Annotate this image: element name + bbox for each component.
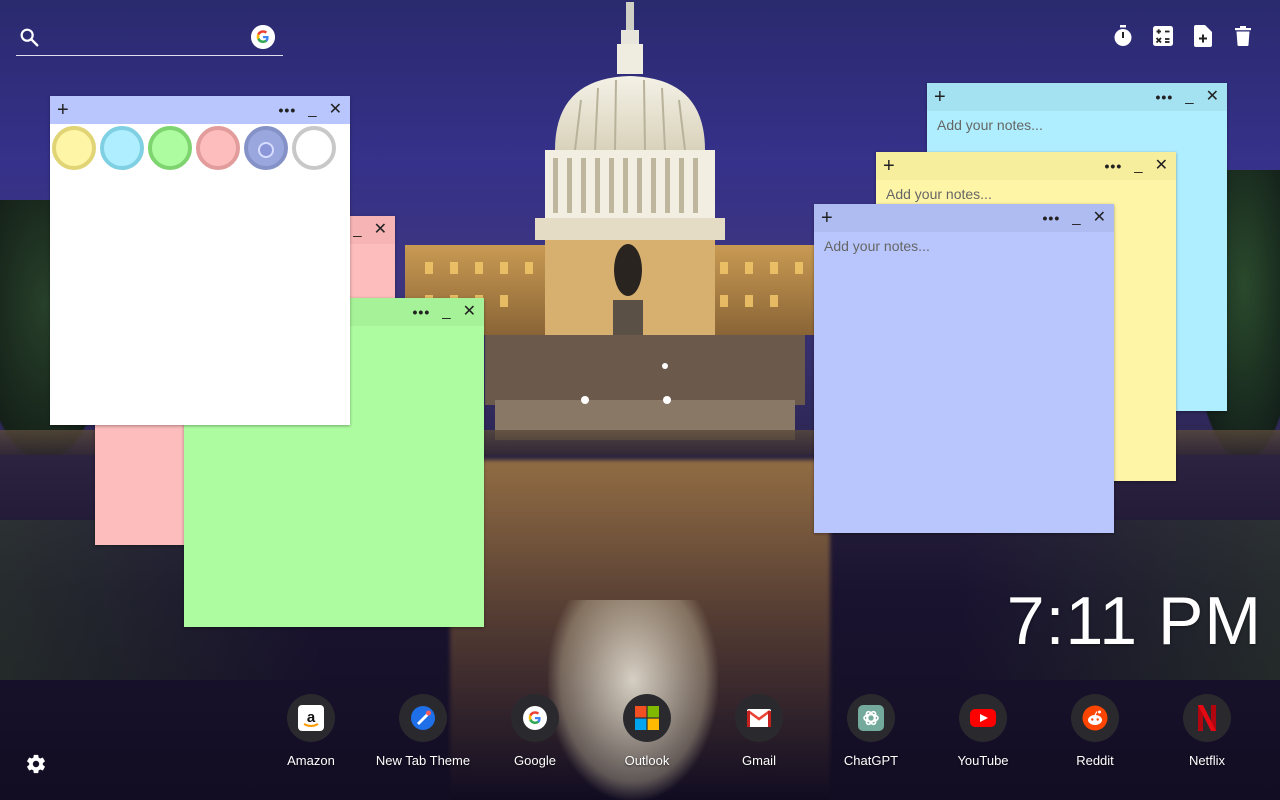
shortcut-label: ChatGPT xyxy=(843,753,899,768)
chatgpt-icon xyxy=(847,694,895,742)
timer-icon[interactable] xyxy=(1112,24,1134,48)
trash-icon[interactable] xyxy=(1232,24,1254,48)
note-menu-button[interactable]: ••• xyxy=(413,302,431,322)
shortcut-label: Reddit xyxy=(1076,753,1114,768)
note-menu-button[interactable]: ••• xyxy=(1043,208,1061,228)
color-swatch-cyan[interactable] xyxy=(100,126,144,170)
top-toolbar xyxy=(1112,24,1254,48)
newtab-theme-icon xyxy=(399,694,447,742)
shortcut-netflix[interactable]: Netflix xyxy=(1151,694,1263,768)
shortcut-google[interactable]: Google xyxy=(479,694,591,768)
settings-gear-icon[interactable] xyxy=(25,753,47,775)
search-input[interactable] xyxy=(50,24,254,52)
note-titlebar[interactable]: + ••• _ ✕ xyxy=(927,83,1227,111)
shortcut-label: Google xyxy=(514,753,556,768)
minimize-note-button[interactable]: _ xyxy=(308,100,316,120)
clock-display: 7:11 PM xyxy=(1006,583,1262,659)
selected-indicator xyxy=(258,142,274,158)
add-note-button[interactable]: + xyxy=(821,206,833,230)
color-swatch-blue[interactable] xyxy=(244,126,288,170)
reddit-icon xyxy=(1071,694,1119,742)
shortcut-label: Netflix xyxy=(1188,753,1226,768)
note-menu-button[interactable]: ••• xyxy=(1156,87,1174,107)
close-note-button[interactable]: ✕ xyxy=(1206,87,1219,107)
minimize-note-button[interactable]: _ xyxy=(1134,156,1142,176)
note-titlebar[interactable]: + ••• _ ✕ xyxy=(50,96,350,124)
shortcut-label: Outlook xyxy=(624,753,670,768)
shortcut-chatgpt[interactable]: ChatGPT xyxy=(815,694,927,768)
shortcut-dock: a Amazon New Tab Theme Google Outlook Gm… xyxy=(255,694,1265,774)
shortcut-reddit[interactable]: Reddit xyxy=(1039,694,1151,768)
minimize-note-button[interactable]: _ xyxy=(1185,87,1193,107)
search-icon[interactable] xyxy=(18,26,40,48)
close-note-button[interactable]: ✕ xyxy=(1155,156,1168,176)
sticky-note-blue[interactable]: + ••• _ ✕ xyxy=(814,204,1114,533)
add-note-button[interactable]: + xyxy=(883,154,895,178)
google-search-engine-icon[interactable] xyxy=(251,25,275,49)
gmail-icon xyxy=(735,694,783,742)
shortcut-label: New Tab Theme xyxy=(375,753,471,768)
note-textarea[interactable] xyxy=(814,232,1114,532)
add-note-button[interactable]: + xyxy=(934,85,946,109)
minimize-note-button[interactable]: _ xyxy=(442,302,450,322)
add-note-button[interactable]: + xyxy=(57,98,69,122)
svg-text:a: a xyxy=(307,709,316,726)
shortcut-gmail[interactable]: Gmail xyxy=(703,694,815,768)
color-swatch-yellow[interactable] xyxy=(52,126,96,170)
shortcut-label: Amazon xyxy=(287,753,335,768)
google-icon xyxy=(511,694,559,742)
close-note-button[interactable]: ✕ xyxy=(463,302,476,322)
shortcut-youtube[interactable]: YouTube xyxy=(927,694,1039,768)
color-swatch-white[interactable] xyxy=(292,126,336,170)
minimize-note-button[interactable]: _ xyxy=(1072,208,1080,228)
color-swatch-pink[interactable] xyxy=(196,126,240,170)
note-menu-button[interactable]: ••• xyxy=(1105,156,1123,176)
search-bar xyxy=(16,20,283,56)
netflix-icon xyxy=(1183,694,1231,742)
close-note-button[interactable]: ✕ xyxy=(1093,208,1106,228)
shortcut-label: Gmail xyxy=(742,753,776,768)
color-palette xyxy=(50,124,350,172)
note-titlebar[interactable]: + ••• _ ✕ xyxy=(814,204,1114,232)
shortcut-label: YouTube xyxy=(957,753,1009,768)
sticky-note-white-color-picker[interactable]: + ••• _ ✕ xyxy=(50,96,350,425)
shortcut-new-tab-theme[interactable]: New Tab Theme xyxy=(367,694,479,768)
minimize-note-button[interactable]: _ xyxy=(353,220,361,240)
note-menu-button[interactable]: ••• xyxy=(279,100,297,120)
youtube-icon xyxy=(959,694,1007,742)
calculator-icon[interactable] xyxy=(1152,24,1174,48)
close-note-button[interactable]: ✕ xyxy=(329,100,342,120)
new-note-icon[interactable] xyxy=(1192,24,1214,48)
note-titlebar[interactable]: + ••• _ ✕ xyxy=(876,152,1176,180)
close-note-button[interactable]: ✕ xyxy=(374,220,387,240)
color-swatch-green[interactable] xyxy=(148,126,192,170)
outlook-icon xyxy=(623,694,671,742)
shortcut-amazon[interactable]: a Amazon xyxy=(255,694,367,768)
amazon-icon: a xyxy=(287,694,335,742)
shortcut-outlook[interactable]: Outlook xyxy=(591,694,703,768)
